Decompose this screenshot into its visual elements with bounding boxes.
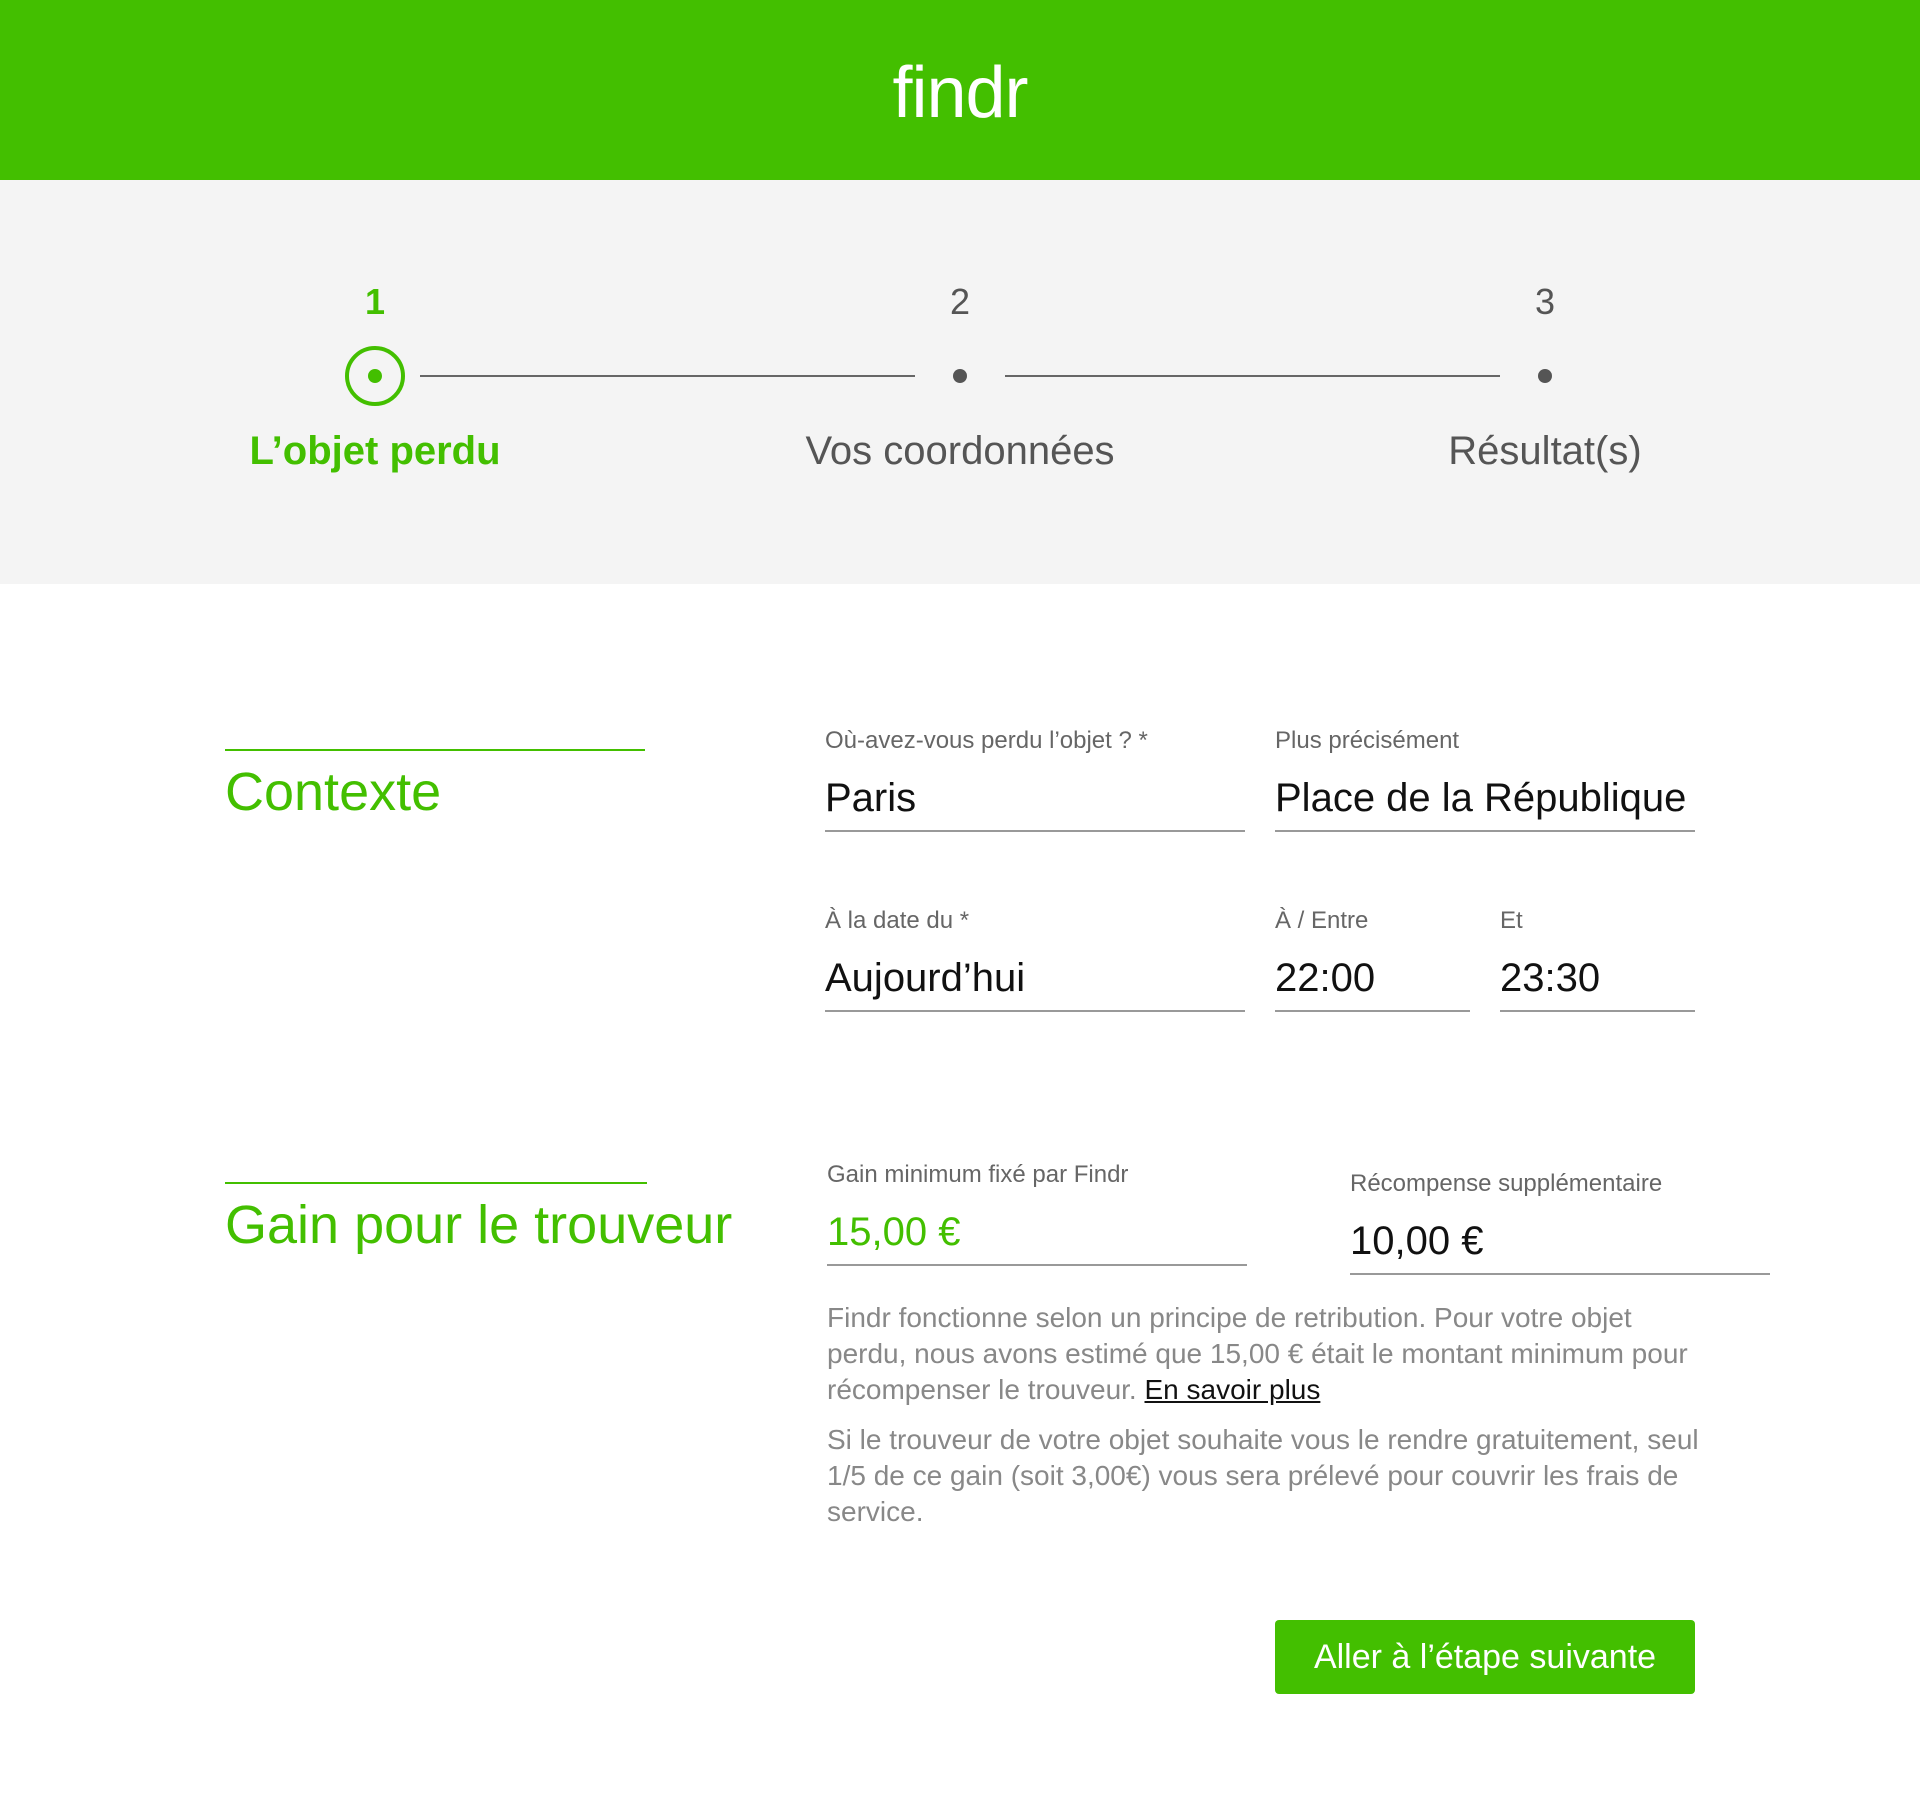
location-label: Où-avez-vous perdu l’objet ? * xyxy=(825,727,1148,754)
minimum-gain-underline xyxy=(827,1264,1247,1266)
minimum-gain-value: 15,00 € xyxy=(827,1210,961,1254)
findr-logo[interactable]: findr xyxy=(0,48,1920,138)
date-underline xyxy=(825,1010,1245,1012)
step-2-label[interactable]: Vos coordonnées xyxy=(700,426,1220,476)
context-section-title: Contexte xyxy=(225,762,442,822)
location-input[interactable]: Paris xyxy=(825,774,1245,830)
time-to-input[interactable]: 23:30 xyxy=(1500,954,1695,1010)
extra-reward-input[interactable]: 10,00 € xyxy=(1350,1217,1770,1273)
step-3-indicator[interactable] xyxy=(1538,369,1552,383)
time-from-underline xyxy=(1275,1010,1470,1012)
step-3-label[interactable]: Résultat(s) xyxy=(1285,426,1805,476)
extra-reward-field[interactable]: Récompense supplémentaire 10,00 € xyxy=(1350,1169,1770,1275)
location-underline xyxy=(825,830,1245,832)
step-connector-2 xyxy=(1005,375,1500,377)
reward-info-paragraph-1: Findr fonctionne selon un principe de re… xyxy=(827,1300,1707,1408)
time-from-label: À / Entre xyxy=(1275,907,1369,934)
step-connector-1 xyxy=(420,375,915,377)
minimum-gain-field: Gain minimum fixé par Findr 15,00 € xyxy=(827,1160,1247,1266)
location-field[interactable]: Où-avez-vous perdu l’objet ? * Paris xyxy=(825,726,1245,832)
precise-location-field[interactable]: Plus précisément Place de la République xyxy=(1275,726,1695,832)
step-2-number: 2 xyxy=(949,281,971,322)
time-to-label: Et xyxy=(1500,907,1523,934)
time-from-field[interactable]: À / Entre 22:00 xyxy=(1275,906,1470,1012)
extra-reward-label: Récompense supplémentaire xyxy=(1350,1170,1663,1197)
context-section-rule xyxy=(225,749,645,751)
reward-section-title: Gain pour le trouveur xyxy=(225,1195,733,1255)
date-input[interactable]: Aujourd’hui xyxy=(825,954,1245,1010)
precise-location-label: Plus précisément xyxy=(1275,727,1460,754)
precise-location-input[interactable]: Place de la République xyxy=(1275,774,1695,830)
step-1-label[interactable]: L’objet perdu xyxy=(115,426,635,476)
minimum-gain-label: Gain minimum fixé par Findr xyxy=(827,1161,1129,1188)
time-from-input[interactable]: 22:00 xyxy=(1275,954,1470,1010)
step-1-active-indicator[interactable] xyxy=(345,346,405,406)
step-2-indicator[interactable] xyxy=(953,369,967,383)
reward-section-rule xyxy=(225,1182,647,1184)
time-to-field[interactable]: Et 23:30 xyxy=(1500,906,1695,1012)
top-header: findr xyxy=(0,0,1920,180)
step-1-number: 1 xyxy=(364,281,386,322)
next-step-button[interactable]: Aller à l’étape suivante xyxy=(1275,1620,1695,1694)
date-label: À la date du * xyxy=(825,907,970,934)
reward-info-paragraph-2: Si le trouveur de votre objet souhaite v… xyxy=(827,1424,1699,1527)
precise-location-underline xyxy=(1275,830,1695,832)
date-field[interactable]: À la date du * Aujourd’hui xyxy=(825,906,1245,1012)
progress-stepper: 1 2 3 L’objet perdu Vos coordonnées Résu… xyxy=(0,180,1920,584)
learn-more-link[interactable]: En savoir plus xyxy=(1145,1374,1321,1405)
step-3-number: 3 xyxy=(1534,281,1556,322)
extra-reward-underline xyxy=(1350,1273,1770,1275)
reward-info: Findr fonctionne selon un principe de re… xyxy=(827,1300,1707,1530)
time-to-underline xyxy=(1500,1010,1695,1012)
